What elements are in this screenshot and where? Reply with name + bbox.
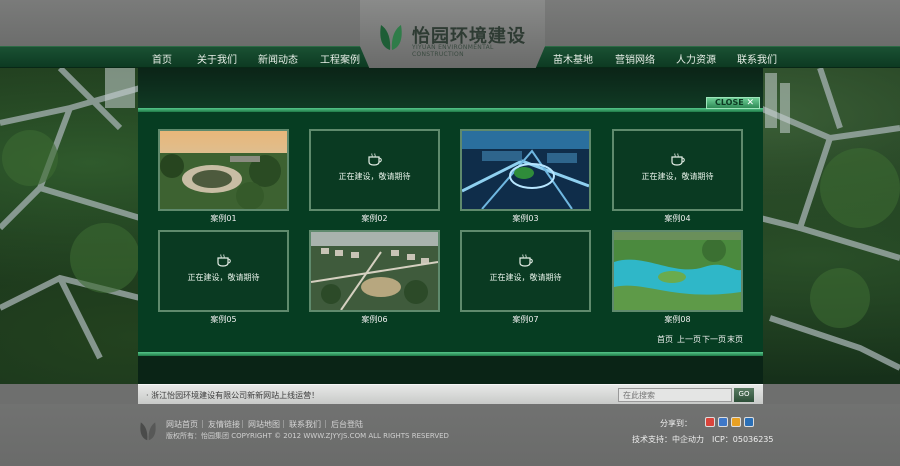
renren-icon[interactable] <box>744 417 754 427</box>
footer-separator: | <box>201 419 204 428</box>
pager-next[interactable]: 下一页 <box>702 334 726 345</box>
tech-support-text: 技术支持：中企动力 ICP：05036235 <box>632 435 774 444</box>
garden-photo-image <box>160 131 287 209</box>
leaf-logo-icon <box>380 25 402 50</box>
coming-soon-text: 正在建设，敬请期待 <box>489 273 562 282</box>
case-thumb-01[interactable] <box>158 129 289 211</box>
case-caption-08[interactable]: 案例08 <box>612 314 743 325</box>
popup-bottom-band <box>138 356 763 384</box>
case-thumb-05[interactable]: 正在建设，敬请期待 <box>158 230 289 312</box>
footer-separator: | <box>241 419 244 428</box>
footer: 网站首页 | 友情链接 | 网站地图 | 联系我们 | 后台登陆 版权所有：怡园… <box>0 404 900 466</box>
footer-link-home[interactable]: 网站首页 <box>166 419 198 430</box>
coffee-cup-icon <box>217 254 231 267</box>
city-aerial-image <box>462 131 589 209</box>
close-label: CLOSE <box>715 98 744 107</box>
pager-first[interactable]: 首页 <box>657 334 673 345</box>
close-button[interactable]: CLOSE ✕ <box>706 97 760 109</box>
coffee-cup-icon <box>519 254 533 267</box>
coming-soon-text: 正在建设，敬请期待 <box>641 172 714 181</box>
popup-top-band <box>138 68 763 108</box>
search-go-button[interactable]: GO <box>734 388 754 402</box>
news-bar: · 浙江怡园环境建设有限公司新新网站上线运营！ GO <box>138 384 763 404</box>
nav-about[interactable]: 关于我们 <box>197 51 237 66</box>
case-caption-07[interactable]: 案例07 <box>460 314 591 325</box>
pager-prev[interactable]: 上一页 <box>677 334 701 345</box>
case-caption-06[interactable]: 案例06 <box>309 314 440 325</box>
footer-separator: | <box>324 419 327 428</box>
nav-news[interactable]: 新闻动态 <box>258 51 298 66</box>
coffee-cup-icon <box>671 153 685 166</box>
footer-link-admin[interactable]: 后台登陆 <box>331 419 363 430</box>
brand-subtitle: YIYUAN ENVIRONMENTAL CONSTRUCTION <box>412 44 494 58</box>
search-input[interactable] <box>618 388 732 402</box>
case-thumb-07[interactable]: 正在建设，敬请期待 <box>460 230 591 312</box>
close-icon: ✕ <box>746 98 754 108</box>
case-caption-05[interactable]: 案例05 <box>158 314 289 325</box>
copyright-text: 版权所有：怡园集团 COPYRIGHT © 2012 WWW.ZJYYJS.CO… <box>166 432 449 440</box>
footer-link-sitemap[interactable]: 网站地图 <box>248 419 280 430</box>
nav-home[interactable]: 首页 <box>152 51 172 66</box>
nav-marketing[interactable]: 营销网络 <box>615 51 655 66</box>
coming-soon-text: 正在建设，敬请期待 <box>338 172 411 181</box>
case-gallery-popup: CLOSE ✕ 案例01 正在建设，敬请期待 案例02 案例03 正在建设，敬请… <box>138 68 763 384</box>
nav-cases[interactable]: 工程案例 <box>320 51 360 66</box>
masterplan-aerial-image <box>311 232 438 310</box>
footer-separator: | <box>282 419 285 428</box>
case-thumb-03[interactable] <box>460 129 591 211</box>
case-thumb-02[interactable]: 正在建设，敬请期待 <box>309 129 440 211</box>
case-caption-03[interactable]: 案例03 <box>460 213 591 224</box>
weibo-icon[interactable] <box>705 417 715 427</box>
nav-hr[interactable]: 人力资源 <box>676 51 716 66</box>
footer-link-contact[interactable]: 联系我们 <box>289 419 321 430</box>
pager-last[interactable]: 末页 <box>727 334 743 345</box>
coffee-cup-icon <box>368 153 382 166</box>
share-label: 分享到： <box>660 419 692 428</box>
logo-tab[interactable]: 怡园环境建设 YIYUAN ENVIRONMENTAL CONSTRUCTION <box>360 0 545 68</box>
nav-nursery[interactable]: 苗木基地 <box>553 51 593 66</box>
case-caption-02[interactable]: 案例02 <box>309 213 440 224</box>
tencent-weibo-icon[interactable] <box>731 417 741 427</box>
lake-aerial-image <box>614 232 741 310</box>
case-caption-04[interactable]: 案例04 <box>612 213 743 224</box>
case-caption-01[interactable]: 案例01 <box>158 213 289 224</box>
coming-soon-text: 正在建设，敬请期待 <box>187 273 260 282</box>
qzone-icon[interactable] <box>718 417 728 427</box>
footer-leaf-logo-icon <box>140 422 156 441</box>
news-ticker[interactable]: · 浙江怡园环境建设有限公司新新网站上线运营！ <box>146 390 319 401</box>
case-thumb-06[interactable] <box>309 230 440 312</box>
popup-top-rule <box>138 108 763 112</box>
nav-contact[interactable]: 联系我们 <box>737 51 777 66</box>
case-thumb-08[interactable] <box>612 230 743 312</box>
footer-link-friends[interactable]: 友情链接 <box>208 419 240 430</box>
case-thumb-04[interactable]: 正在建设，敬请期待 <box>612 129 743 211</box>
